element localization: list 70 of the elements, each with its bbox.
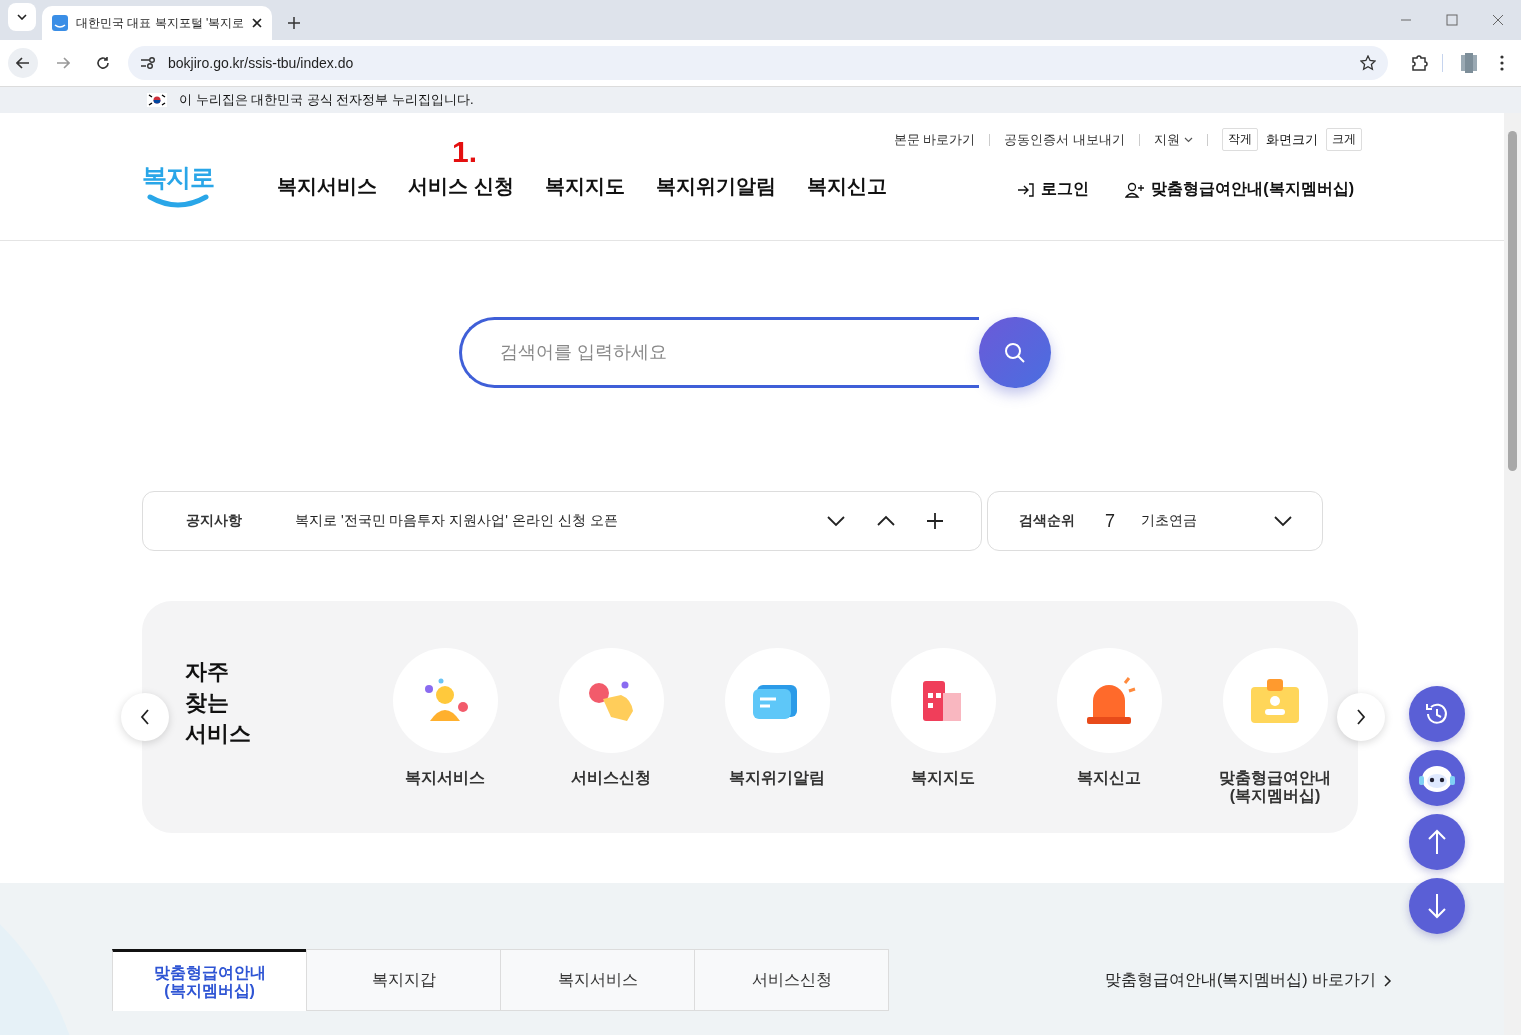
tab-title: 대한민국 대표 복지포털 '복지로: [76, 14, 244, 32]
history-button[interactable]: [1409, 686, 1465, 742]
larger-button[interactable]: 크게: [1326, 128, 1362, 151]
scrollbar[interactable]: [1504, 113, 1521, 1035]
close-icon[interactable]: [252, 18, 262, 28]
section-title: 자주 찾는 서비스: [185, 658, 252, 748]
scroll-thumb[interactable]: [1508, 131, 1517, 471]
chevron-down-icon: [1184, 136, 1193, 143]
star-icon[interactable]: [1360, 55, 1376, 71]
caret-icon: [17, 14, 27, 20]
notice-link[interactable]: 복지로 '전국민 마음투자 지원사업' 온라인 신청 오픈: [295, 512, 827, 530]
search-field[interactable]: 검색어를 입력하세요: [458, 317, 979, 388]
notice-label: 공지사항: [186, 512, 242, 530]
chevron-right-icon: [1384, 974, 1392, 987]
support-dropdown[interactable]: 지원: [1154, 130, 1193, 149]
flag-icon: [147, 93, 167, 107]
site-settings-icon[interactable]: [140, 56, 156, 70]
quick-service-item[interactable]: 서비스신청: [528, 648, 694, 833]
back-button[interactable]: [8, 48, 38, 78]
quick-service-item[interactable]: 맞춤형급여안내(복지멤버십): [1192, 648, 1358, 833]
membership-shortcut-link[interactable]: 맞춤형급여안내(복지멤버십) 바로가기: [1104, 970, 1392, 1011]
browser-tab[interactable]: 대한민국 대표 복지포털 '복지로: [42, 6, 272, 40]
chevron-down-icon[interactable]: [1274, 515, 1292, 527]
arrow-up-icon: [1427, 829, 1447, 855]
category-tab[interactable]: 서비스신청: [694, 949, 889, 1011]
extensions-icon[interactable]: [1410, 54, 1428, 72]
back-arrow-icon: [16, 57, 30, 69]
chevron-left-icon: [140, 709, 150, 725]
util-link[interactable]: 본문 바로가기: [893, 130, 976, 149]
quick-service-item[interactable]: 복지위기알림: [694, 648, 860, 833]
nav-link[interactable]: 복지서비스: [277, 173, 377, 200]
add-user-icon: [1125, 181, 1146, 198]
rank-number: 7: [1105, 510, 1115, 532]
quick-service-item[interactable]: 복지신고: [1026, 648, 1192, 833]
quick-service-item[interactable]: 복지지도: [860, 648, 1026, 833]
chevron-right-icon: [1356, 709, 1366, 725]
category-tab[interactable]: 복지지갑: [306, 949, 501, 1011]
ranking-label: 검색순위: [1019, 512, 1075, 530]
plus-icon[interactable]: [927, 513, 943, 529]
category-tab[interactable]: 맞춤형급여안내(복지멤버십): [112, 949, 307, 1011]
nav-link[interactable]: 복지지도: [544, 173, 625, 200]
new-tab-icon[interactable]: [288, 17, 300, 29]
quick-service-item[interactable]: 복지서비스: [362, 648, 528, 833]
annotation-number: 1.: [452, 135, 478, 169]
util-link[interactable]: 공동인증서 내보내기: [1004, 130, 1125, 149]
nav-link[interactable]: 복지신고: [806, 173, 887, 200]
nav-link[interactable]: 복지위기알림: [655, 173, 776, 200]
chatbot-button[interactable]: [1409, 750, 1465, 806]
url-text: bokjiro.go.kr/ssis-tbu/index.do: [168, 55, 355, 71]
forward-arrow-icon: [56, 57, 70, 69]
login-icon: [1017, 181, 1036, 198]
login-link[interactable]: 로그인: [1017, 179, 1090, 200]
font-size-label: 화면크기: [1266, 130, 1318, 149]
chevron-down-icon[interactable]: [827, 515, 845, 527]
reload-icon: [96, 56, 110, 70]
smaller-button[interactable]: 작게: [1222, 128, 1258, 151]
chevron-up-icon[interactable]: [877, 515, 895, 527]
scroll-top-button[interactable]: [1409, 814, 1465, 870]
menu-icon[interactable]: [1499, 55, 1505, 71]
tab-list-button[interactable]: [8, 3, 36, 31]
category-tab[interactable]: 복지서비스: [500, 949, 695, 1011]
favicon-icon: [52, 15, 68, 31]
membership-link[interactable]: 맞춤형급여안내(복지멤버십): [1125, 179, 1354, 200]
arrow-down-icon: [1427, 893, 1447, 919]
address-bar[interactable]: bokjiro.go.kr/ssis-tbu/index.do: [128, 46, 1388, 80]
search-icon: [1003, 341, 1026, 364]
search-button[interactable]: [978, 317, 1051, 388]
gov-banner-text: 이 누리집은 대한민국 공식 전자정부 누리집입니다.: [179, 91, 474, 109]
nav-link[interactable]: 서비스 신청: [408, 173, 514, 200]
ranking-term[interactable]: 기초연금: [1141, 512, 1274, 530]
